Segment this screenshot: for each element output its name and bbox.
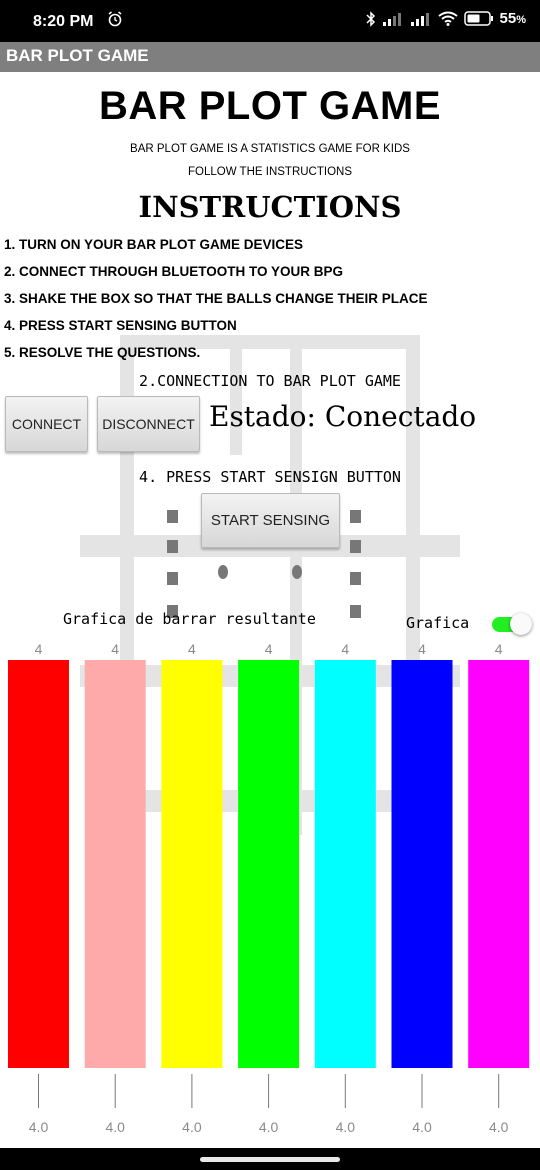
instruction-step: 2. CONNECT THROUGH BLUETOOTH TO YOUR BPG	[4, 264, 344, 279]
disconnect-button[interactable]: DISCONNECT	[97, 396, 200, 452]
bar-value-label: 4	[418, 641, 426, 657]
status-time: 8:20 PM	[33, 13, 94, 30]
status-bar: 8:20 PM 55%	[0, 0, 540, 42]
graph-toggle-switch[interactable]	[490, 613, 536, 635]
page-title: BAR PLOT GAME	[98, 84, 442, 128]
instructions-heading: INSTRUCTIONS	[138, 190, 402, 224]
status-icons: 55%	[366, 10, 526, 27]
home-gesture-pill[interactable]	[200, 1157, 340, 1162]
instruction-step: 5. RESOLVE THE QUESTIONS.	[4, 345, 201, 360]
bar-value-label: 4	[111, 641, 119, 657]
alarm-icon	[108, 11, 122, 27]
bar-chart: 4 4.0 4 4.0 4 4.0 4 4.0 4 4.0 4 4.0 4 4.0	[8, 641, 530, 1135]
chart-bar	[238, 660, 300, 1068]
bar-value-label: 4	[341, 641, 349, 657]
x-tick-label: 4.0	[489, 1119, 509, 1135]
battery-percent: 55%	[499, 10, 526, 27]
chart-bar	[391, 660, 453, 1068]
toggle-thumb	[510, 613, 532, 635]
instruction-step: 4. PRESS START SENSING BUTTON	[4, 318, 237, 333]
x-tick-label: 4.0	[412, 1119, 432, 1135]
chart-bar	[8, 660, 69, 1068]
signal-icon	[410, 12, 429, 26]
instruction-step: 3. SHAKE THE BOX SO THAT THE BALLS CHANG…	[4, 291, 428, 306]
connect-button[interactable]: CONNECT	[5, 396, 88, 452]
connection-status: Estado: Conectado	[209, 400, 477, 433]
x-tick-label: 4.0	[182, 1119, 202, 1135]
sensing-label: 4. PRESS START SENSIGN BUTTON	[139, 468, 401, 486]
instruction-step: 1. TURN ON YOUR BAR PLOT GAME DEVICES	[4, 237, 304, 252]
bar-value-label: 4	[265, 641, 273, 657]
subtitle-follow: FOLLOW THE INSTRUCTIONS	[188, 166, 352, 178]
chart-bar	[468, 660, 530, 1068]
chart-bar	[161, 660, 223, 1068]
chart-bar	[314, 660, 376, 1068]
navigation-bar	[0, 1148, 540, 1170]
app-bar: BAR PLOT GAME	[0, 42, 540, 72]
graph-label: Grafica de barrar resultante	[63, 610, 316, 628]
x-tick-label: 4.0	[259, 1119, 279, 1135]
x-tick-label: 4.0	[105, 1119, 125, 1135]
chart-bar	[84, 660, 146, 1068]
signal-icon	[382, 12, 401, 26]
bar-value-label: 4	[35, 641, 43, 657]
connection-label: 2.CONNECTION TO BAR PLOT GAME	[139, 372, 401, 390]
instructions-list: 1. TURN ON YOUR BAR PLOT GAME DEVICES 2.…	[4, 236, 428, 371]
battery-icon	[463, 11, 493, 26]
bar-value-label: 4	[495, 641, 503, 657]
graph-toggle-label: Grafica	[406, 614, 470, 632]
x-tick-label: 4.0	[336, 1119, 356, 1135]
bar-value-label: 4	[188, 641, 196, 657]
subtitle-description: BAR PLOT GAME IS A STATISTICS GAME FOR K…	[130, 143, 410, 155]
wifi-icon	[437, 11, 458, 26]
x-tick-label: 4.0	[29, 1119, 49, 1135]
bluetooth-icon	[366, 10, 375, 27]
start-sensing-button[interactable]: START SENSING	[201, 493, 340, 548]
